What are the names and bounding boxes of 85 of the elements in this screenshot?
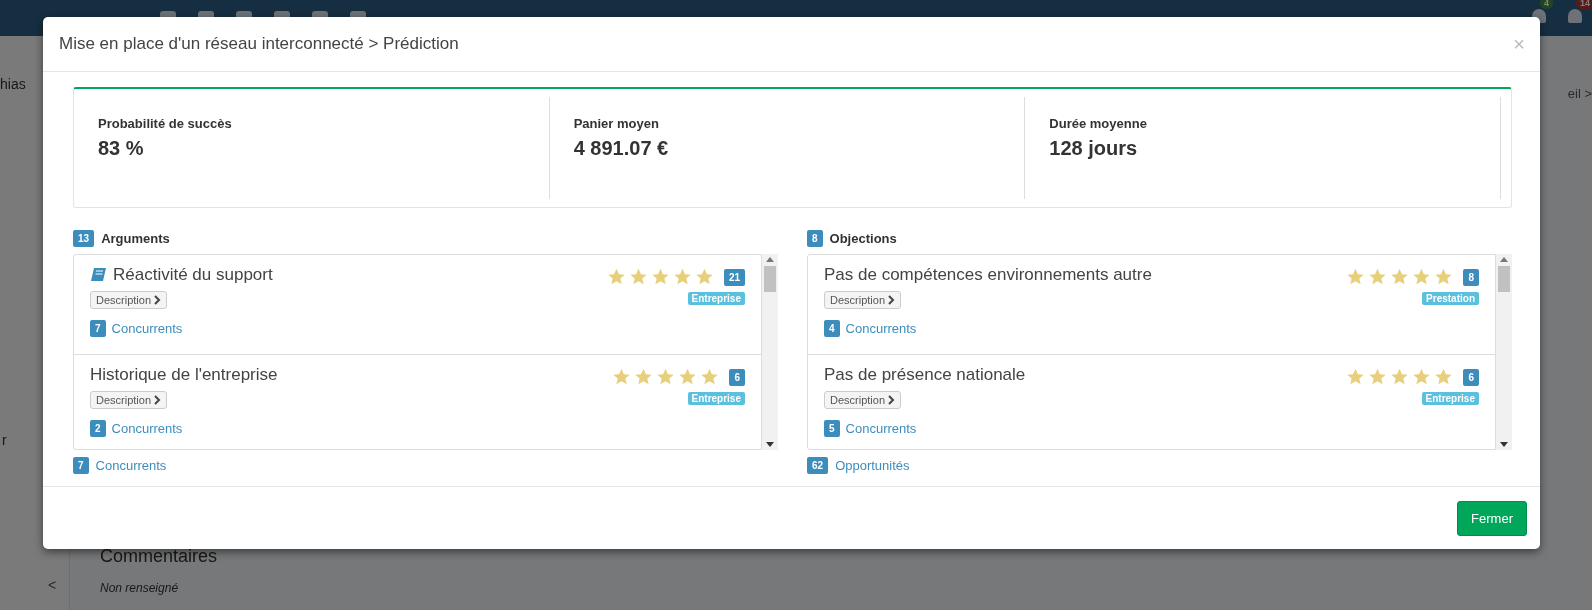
- star-icon: [1412, 368, 1432, 386]
- chevron-right-icon: [888, 395, 896, 405]
- scroll-down-icon[interactable]: [1500, 442, 1508, 447]
- list-item[interactable]: Pas de compétences environnements autre Description 4 Concurrents 8 Prestation: [808, 255, 1495, 355]
- count-badge: 6: [1463, 368, 1479, 386]
- star-icon: [700, 368, 720, 386]
- item-title: Historique de l'entreprise: [90, 365, 278, 385]
- count-badge: 7: [90, 320, 106, 337]
- count-badge: 13: [73, 230, 95, 247]
- star-icon: [656, 368, 676, 386]
- count-badge: 62: [807, 457, 829, 474]
- chevron-right-icon: [888, 295, 896, 305]
- breadcrumb[interactable]: eil >: [1567, 86, 1592, 101]
- count-badge: 7: [73, 457, 89, 474]
- description-button[interactable]: Description: [90, 391, 168, 409]
- category-tag: Entreprise: [687, 292, 745, 305]
- star-icon: [1412, 268, 1432, 286]
- category-tag: Entreprise: [1421, 392, 1479, 405]
- category-tag: Prestation: [1422, 292, 1479, 305]
- category-tag: Entreprise: [687, 392, 745, 405]
- chevron-right-icon: [154, 295, 162, 305]
- metric-label: Probabilité de succès: [98, 116, 233, 131]
- scroll-thumb[interactable]: [764, 266, 776, 292]
- star-icon: [672, 268, 692, 286]
- metric-value: 83 %: [98, 137, 145, 160]
- count-badge: 4: [1540, 0, 1553, 9]
- close-button[interactable]: Fermer: [1457, 500, 1527, 536]
- book-icon: [90, 267, 107, 283]
- star-icon: [628, 268, 648, 286]
- list-item[interactable]: Réactivité du support Description 7 Concurrents 21 Entreprise: [74, 255, 761, 355]
- count-badge: 4: [824, 320, 840, 337]
- close-button[interactable]: ×: [1513, 32, 1525, 56]
- description-button[interactable]: Description: [90, 291, 168, 309]
- star-icon: [650, 268, 670, 286]
- metric-value: 128 jours: [1049, 137, 1139, 160]
- star-icon: [606, 268, 626, 286]
- collapse-button[interactable]: <: [48, 577, 57, 593]
- scrollbar[interactable]: [762, 254, 778, 450]
- scroll-thumb[interactable]: [1498, 266, 1510, 292]
- user-name: hias: [0, 76, 27, 92]
- star-icon: [1346, 368, 1366, 386]
- star-icon: [1434, 368, 1454, 386]
- metric-value: 4 891.07 €: [573, 137, 670, 160]
- star-icon: [634, 368, 654, 386]
- chevron-right-icon: [154, 395, 162, 405]
- count-badge: 2: [90, 420, 106, 437]
- count-badge: 14: [1576, 0, 1592, 9]
- star-icon: [1434, 268, 1454, 286]
- modal-title: Mise en place d'un réseau interconnecté > Prédiction: [59, 34, 459, 54]
- section-value: Non renseigné: [100, 581, 180, 595]
- description-button[interactable]: Description: [824, 391, 902, 409]
- count-badge: 6: [729, 368, 745, 386]
- description-button[interactable]: Description: [824, 291, 902, 309]
- competitors-link[interactable]: Concurrents: [845, 321, 917, 336]
- scroll-down-icon[interactable]: [766, 442, 774, 447]
- star-icon: [1368, 368, 1388, 386]
- panel-title: Objections: [829, 231, 897, 246]
- list-item[interactable]: Historique de l'entreprise Description 2 Concurrents 6 Entreprise: [74, 355, 761, 449]
- footer-link[interactable]: Opportunités: [835, 458, 910, 473]
- item-title: Pas de compétences environnements autre: [824, 265, 1152, 285]
- metric-label: Durée moyenne: [1049, 116, 1148, 131]
- section-title: Commentaires: [100, 546, 219, 567]
- competitors-link[interactable]: Concurrents: [845, 421, 917, 436]
- star-icon: [612, 368, 632, 386]
- scroll-up-icon[interactable]: [1500, 257, 1508, 262]
- count-badge: 21: [723, 268, 745, 286]
- count-badge: 8: [807, 230, 823, 247]
- count-badge: 5: [824, 420, 840, 437]
- list-item[interactable]: Pas de présence nationale Description 5 Concurrents 6 Entreprise: [808, 355, 1495, 449]
- star-icon: [1346, 268, 1366, 286]
- competitors-link[interactable]: Concurrents: [111, 421, 183, 436]
- metric-label: Panier moyen: [573, 116, 660, 131]
- star-icon: [1368, 268, 1388, 286]
- panel-title: Arguments: [101, 231, 170, 246]
- star-icon: [1390, 368, 1410, 386]
- star-icon: [694, 268, 714, 286]
- scroll-up-icon[interactable]: [766, 257, 774, 262]
- star-icon: [678, 368, 698, 386]
- scrollbar[interactable]: [1496, 254, 1512, 450]
- footer-link[interactable]: Concurrents: [95, 458, 167, 473]
- item-title: Réactivité du support: [113, 265, 273, 285]
- star-icon: [1390, 268, 1410, 286]
- competitors-link[interactable]: Concurrents: [111, 321, 183, 336]
- count-badge: 8: [1463, 268, 1479, 286]
- item-title: Pas de présence nationale: [824, 365, 1026, 385]
